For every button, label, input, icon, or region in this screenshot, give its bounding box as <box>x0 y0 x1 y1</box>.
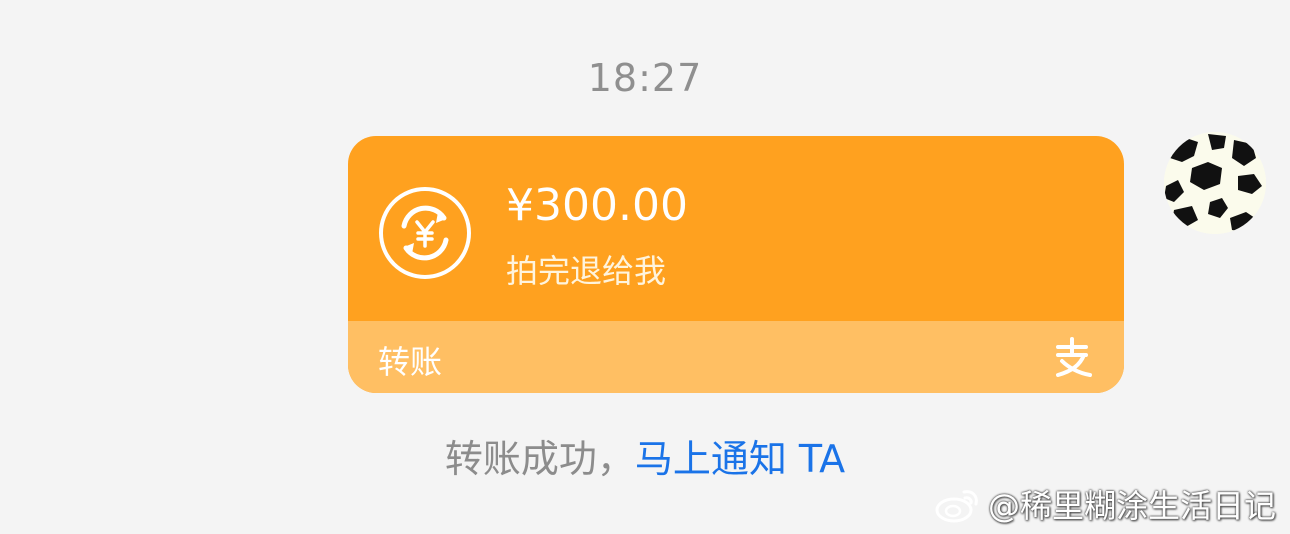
avatar[interactable] <box>1164 132 1266 234</box>
transfer-card-body: ¥300.00 拍完退给我 <box>348 136 1124 321</box>
transfer-card[interactable]: ¥300.00 拍完退给我 转账 <box>348 136 1124 393</box>
notify-link[interactable]: 马上通知 TA <box>635 437 845 481</box>
transfer-card-footer: 转账 <box>348 321 1124 393</box>
transfer-amount: ¥300.00 <box>506 180 688 231</box>
transfer-success-text: 转账成功， <box>444 437 635 481</box>
watermark: @稀里糊涂生活日记 <box>934 482 1276 526</box>
weibo-icon <box>935 490 978 523</box>
transfer-status: 转账成功，马上通知 TA <box>0 428 1290 483</box>
transfer-type-label: 转账 <box>378 343 443 381</box>
transfer-memo: 拍完退给我 <box>506 252 667 290</box>
alipay-icon <box>1056 337 1092 377</box>
yuan-exchange-icon <box>379 187 471 279</box>
watermark-text: @稀里糊涂生活日记 <box>987 487 1276 525</box>
cow-pattern-avatar-icon <box>1164 132 1266 234</box>
message-timestamp: 18:27 <box>587 56 703 100</box>
